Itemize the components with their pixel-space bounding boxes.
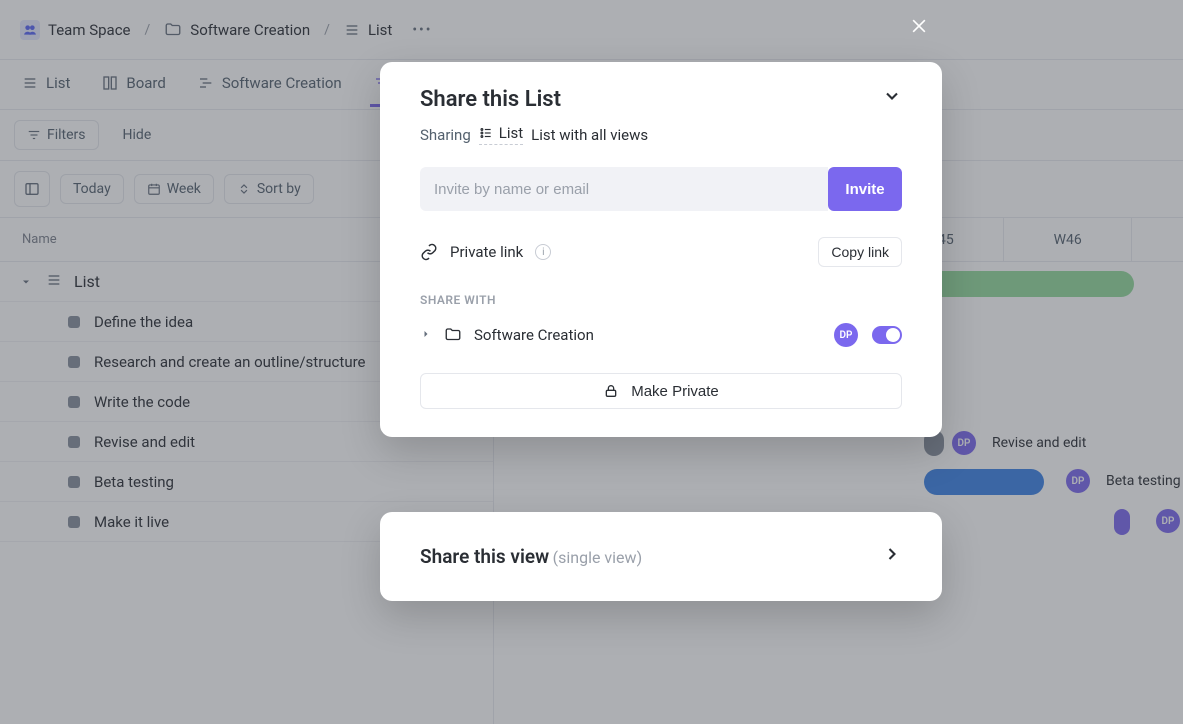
- share-with-header: SHARE WITH: [420, 293, 902, 307]
- lock-icon: [603, 383, 619, 399]
- invite-input[interactable]: [420, 167, 828, 211]
- share-view-sub: (single view): [553, 548, 643, 567]
- list-icon: [479, 126, 493, 140]
- expand-button[interactable]: [420, 326, 432, 344]
- copy-link-button[interactable]: Copy link: [818, 237, 902, 267]
- sharing-item: List: [499, 124, 523, 142]
- share-list-modal: Share this List Sharing List List with a…: [380, 62, 942, 437]
- share-toggle[interactable]: [872, 326, 902, 344]
- share-view-title: Share this view: [420, 545, 549, 568]
- collapse-button[interactable]: [882, 86, 902, 112]
- close-icon: [909, 16, 929, 36]
- close-button[interactable]: [905, 12, 933, 40]
- share-with-item: Software Creation: [474, 326, 594, 344]
- share-view-modal[interactable]: Share this view (single view): [380, 512, 942, 601]
- sharing-label: Sharing: [420, 126, 471, 144]
- expand-view-button[interactable]: [882, 544, 902, 569]
- modal-title: Share this List: [420, 87, 561, 112]
- link-icon: [420, 243, 438, 261]
- avatar[interactable]: DP: [834, 323, 858, 347]
- modal-overlay[interactable]: Share this List Sharing List List with a…: [0, 0, 1183, 724]
- sharing-desc: List with all views: [531, 126, 648, 144]
- chevron-right-icon: [882, 544, 902, 564]
- chevron-down-icon: [882, 86, 902, 106]
- folder-icon: [444, 326, 462, 344]
- private-link-label: Private link: [450, 243, 523, 261]
- sharing-scope[interactable]: List: [479, 124, 523, 145]
- chevron-right-icon: [420, 328, 432, 340]
- info-icon[interactable]: i: [535, 244, 551, 260]
- invite-button[interactable]: Invite: [828, 167, 902, 211]
- make-private-button[interactable]: Make Private: [420, 373, 902, 409]
- make-private-label: Make Private: [631, 383, 719, 400]
